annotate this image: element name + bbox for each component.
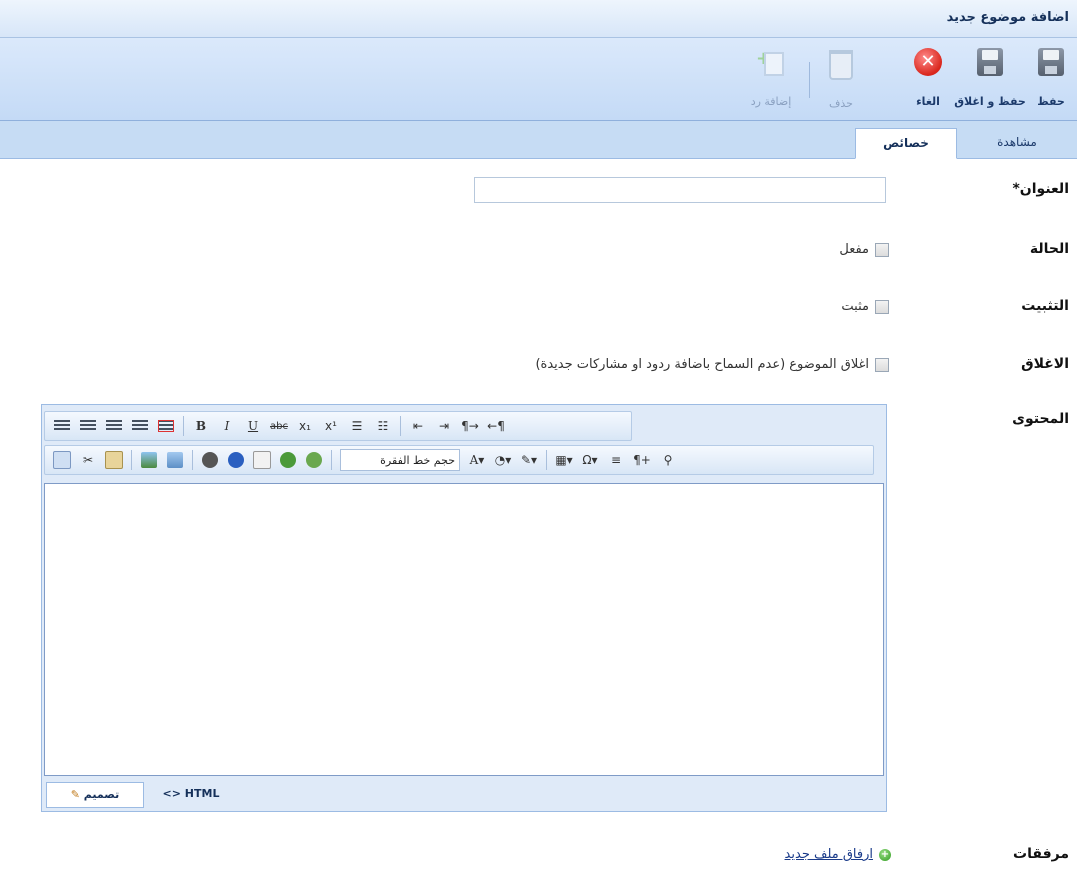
rich-text-editor: B I U abc x₁ x¹ ☰ ☷ ⇤ ⇥ ¶→ ←¶ ✂ حجم خط ا… [41,404,887,812]
editor-mode-bar: ✎ تصميم <> HTML [44,779,884,809]
toolbar-separator [546,450,547,470]
paragraph-icon[interactable]: ¶+ [632,451,652,469]
highlight-icon[interactable]: ◔▾ [493,451,513,469]
bold-icon[interactable]: B [191,417,211,435]
media-icon[interactable] [226,451,246,469]
align-right-icon[interactable] [104,417,124,435]
cancel-button[interactable]: ✕ الغاء [905,48,951,114]
flash-icon[interactable] [200,451,220,469]
add-reply-button[interactable]: + إضافة رد [741,48,801,114]
superscript-icon[interactable]: x¹ [321,417,341,435]
table-icon[interactable]: ▦▾ [554,451,574,469]
code-icon: <> [162,787,181,800]
add-circle-icon: + [879,848,891,861]
delete-button[interactable]: حذف [821,48,861,114]
pin-label: التثبيت [1021,298,1069,314]
align-center-icon[interactable] [78,417,98,435]
align-left-icon[interactable] [52,417,72,435]
format-painter-icon[interactable]: ✎▾ [519,451,539,469]
outdent-icon[interactable]: ⇤ [408,417,428,435]
save-close-icon [977,48,1003,76]
design-mode-label: تصميم [83,788,120,801]
document-icon[interactable] [252,451,272,469]
attach-file-link[interactable]: + ارفاق ملف جديد [785,847,891,862]
paste-icon[interactable] [104,451,124,469]
tab-properties[interactable]: خصائص [855,128,957,159]
toolbar-separator [192,450,193,470]
content-label: المحتوى [1012,411,1069,427]
save-icon [1038,48,1064,76]
pin-checkbox-box[interactable] [875,299,889,314]
special-char-icon[interactable]: Ω▾ [580,451,600,469]
pin-option-label: مثبت [841,299,869,314]
lock-label: الاغلاق [1021,356,1069,372]
cancel-icon: ✕ [914,48,942,76]
image-manager-icon[interactable] [165,451,185,469]
bullet-list-icon[interactable]: ☰ [347,417,367,435]
window-title: اضافة موضوع جديد [946,10,1069,25]
ltr-icon[interactable]: ¶→ [460,417,480,435]
attachments-label: مرفقات [1013,846,1069,862]
paragraph-dropdown[interactable]: حجم خط الفقرة [340,449,460,471]
title-label: العنوان* [1012,181,1069,197]
html-mode-label: HTML [184,787,220,800]
copy-icon[interactable] [52,451,72,469]
trash-icon [829,50,853,80]
pencil-icon: ✎ [70,788,80,801]
toolbar-separator [400,416,401,436]
ribbon-separator [809,62,810,98]
spellcheck-icon[interactable]: ⚲ [658,451,678,469]
ribbon-toolbar: حفظ حفظ و اغلاق ✕ الغاء حذف + إضافة رد [0,38,1077,121]
image-icon[interactable] [139,451,159,469]
add-reply-icon: + [756,48,786,76]
editor-content-area[interactable] [44,483,884,776]
rtl-icon[interactable]: ←¶ [486,417,506,435]
subscript-icon[interactable]: x₁ [295,417,315,435]
unlink-icon[interactable] [304,451,324,469]
html-mode-button[interactable]: <> HTML [148,782,234,806]
toolbar-separator [131,450,132,470]
toolbar-separator [331,450,332,470]
editor-toolbar-bottom: ✂ حجم خط الفقرة A▾ ◔▾ ✎▾ ▦▾ Ω▾ ≡ ¶+ ⚲ [44,445,874,475]
status-checkbox-box[interactable] [875,242,889,257]
title-input[interactable] [474,177,886,203]
tab-strip: مشاهدة خصائص [0,121,1077,159]
lock-option-label: اغلاق الموضوع (عدم السماح باضافة ردود او… [535,357,869,372]
window-titlebar: اضافة موضوع جديد [0,0,1077,38]
design-mode-button[interactable]: ✎ تصميم [46,782,144,808]
pin-checkbox[interactable]: مثبت [841,299,889,314]
underline-icon[interactable]: U [243,417,263,435]
strikethrough-icon[interactable]: abc [269,417,289,435]
italic-icon[interactable]: I [217,417,237,435]
clear-align-icon[interactable] [156,417,176,435]
status-label: الحالة [1029,241,1069,257]
lock-checkbox[interactable]: اغلاق الموضوع (عدم السماح باضافة ردود او… [535,357,889,372]
attach-file-text[interactable]: ارفاق ملف جديد [785,847,873,862]
status-checkbox[interactable]: مفعل [839,242,889,257]
editor-toolbar-top: B I U abc x₁ x¹ ☰ ☷ ⇤ ⇥ ¶→ ←¶ [44,411,632,441]
save-button[interactable]: حفظ [1031,48,1071,114]
horizontal-rule-icon[interactable]: ≡ [606,451,626,469]
align-justify-icon[interactable] [130,417,150,435]
cut-icon[interactable]: ✂ [78,451,98,469]
font-color-icon[interactable]: A▾ [467,451,487,469]
tab-view[interactable]: مشاهدة [967,128,1067,157]
lock-checkbox-box[interactable] [875,357,889,372]
save-close-button[interactable]: حفظ و اغلاق [953,48,1027,114]
indent-icon[interactable]: ⇥ [434,417,454,435]
status-option-label: مفعل [839,242,869,257]
toolbar-separator [183,416,184,436]
numbered-list-icon[interactable]: ☷ [373,417,393,435]
link-icon[interactable] [278,451,298,469]
